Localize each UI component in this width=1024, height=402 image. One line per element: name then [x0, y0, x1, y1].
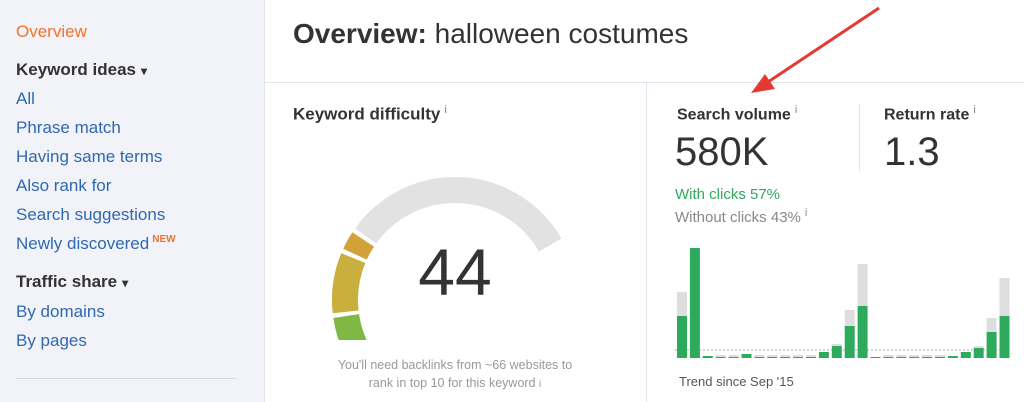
- search-volume-label: Search volume i: [677, 104, 797, 124]
- info-icon[interactable]: i: [805, 207, 807, 219]
- trend-bar-without-clicks: [780, 355, 791, 357]
- trend-bar-without-clicks: [754, 355, 765, 357]
- sidebar-item-search-suggestions[interactable]: Search suggestions: [16, 205, 165, 225]
- trend-bar-without-clicks: [986, 318, 997, 332]
- page-title-prefix: Overview:: [293, 18, 427, 49]
- trend-bar-without-clicks: [793, 355, 804, 357]
- trend-bar-without-clicks: [677, 292, 687, 316]
- gauge-segment-2: [333, 313, 367, 340]
- metric-divider: [859, 104, 860, 172]
- keyword-difficulty-value: 44: [418, 235, 492, 309]
- trend-bar-with-clicks: [677, 316, 687, 358]
- trend-bar-without-clicks: [922, 355, 933, 357]
- trend-bar-with-clicks: [767, 357, 778, 358]
- sidebar-item-all[interactable]: All: [16, 89, 35, 109]
- trend-bar-without-clicks: [715, 355, 726, 357]
- trend-bar-with-clicks: [870, 357, 881, 358]
- sidebar: Overview Keyword ideas ▾ All Phrase match…: [0, 0, 265, 402]
- keyword-ideas-label: Keyword ideas: [16, 60, 136, 79]
- page-title: Overview: halloween costumes: [293, 18, 688, 50]
- trend-bar-with-clicks: [715, 357, 726, 358]
- trend-bar-with-clicks: [973, 348, 984, 358]
- sidebar-item-also-rank-for[interactable]: Also rank for: [16, 176, 111, 196]
- trend-bar-with-clicks: [689, 248, 700, 358]
- info-icon[interactable]: i: [539, 379, 541, 390]
- chevron-down-icon: ▾: [122, 276, 129, 290]
- trend-bar-without-clicks: [857, 264, 868, 306]
- info-icon[interactable]: i: [973, 104, 975, 116]
- trend-bar-without-clicks: [973, 346, 984, 348]
- trend-bar-without-clicks: [767, 355, 778, 357]
- traffic-share-heading[interactable]: Traffic share ▾: [16, 272, 128, 292]
- trend-label: Trend since Sep '15: [679, 374, 794, 389]
- keyword-ideas-heading[interactable]: Keyword ideas ▾: [16, 60, 147, 80]
- trend-bar-without-clicks: [896, 355, 907, 357]
- trend-bar-with-clicks: [702, 356, 713, 358]
- trend-bar-without-clicks: [909, 355, 920, 357]
- trend-bar-without-clicks: [806, 355, 816, 357]
- info-icon[interactable]: i: [444, 104, 446, 116]
- keyword-difficulty-note: You'll need backlinks from ~66 websites …: [305, 356, 605, 394]
- return-rate-title: Return rate: [884, 106, 970, 124]
- trend-bar-without-clicks: [844, 310, 855, 326]
- trend-bar-with-clicks: [922, 357, 933, 358]
- without-clicks-stat: Without clicks 43% i: [675, 207, 807, 226]
- header-divider: [265, 82, 1024, 83]
- trend-bar-without-clicks: [999, 278, 1010, 316]
- sidebar-item-by-pages[interactable]: By pages: [16, 331, 87, 351]
- trend-bar-without-clicks: [883, 355, 894, 357]
- trend-bar-with-clicks: [728, 357, 739, 358]
- keyword-difficulty-title: Keyword difficulty: [293, 104, 441, 124]
- return-rate-value: 1.3: [884, 130, 940, 174]
- trend-bar-without-clicks: [831, 344, 842, 346]
- new-badge: NEW: [152, 234, 176, 246]
- without-clicks-text: Without clicks 43%: [675, 209, 801, 226]
- search-volume-title: Search volume: [677, 106, 791, 124]
- sidebar-item-overview[interactable]: Overview: [16, 22, 87, 42]
- keyword-difficulty-note-line-1: You'll need backlinks from ~66 websites …: [337, 358, 573, 372]
- trend-bar-with-clicks: [986, 332, 997, 358]
- trend-bar-with-clicks: [947, 356, 958, 358]
- with-clicks-stat: With clicks 57%: [675, 186, 781, 203]
- trend-bar-with-clicks: [935, 357, 945, 358]
- sidebar-divider: [16, 378, 236, 379]
- trend-bar-with-clicks: [896, 357, 907, 358]
- trend-bar-with-clicks: [741, 354, 752, 358]
- sidebar-item-by-domains[interactable]: By domains: [16, 302, 105, 322]
- search-volume-trend-chart: [675, 248, 1011, 358]
- sidebar-item-phrase-match[interactable]: Phrase match: [16, 118, 121, 138]
- panel-divider: [646, 82, 647, 402]
- keyword-difficulty-note-text: rank in top 10 for this keyword: [368, 376, 536, 390]
- trend-bar-with-clicks: [793, 357, 804, 358]
- trend-bar-with-clicks: [780, 357, 791, 358]
- trend-bar-with-clicks: [754, 357, 765, 358]
- chevron-down-icon: ▾: [141, 64, 148, 78]
- gauge-segment-3: [332, 253, 366, 314]
- page-title-keyword: halloween costumes: [434, 18, 689, 49]
- trend-bar-with-clicks: [831, 346, 842, 358]
- trend-bar-without-clicks: [935, 355, 945, 357]
- newly-discovered-label: Newly discovered: [16, 234, 150, 253]
- search-volume-value: 580K: [675, 130, 769, 174]
- trend-bar-with-clicks: [806, 357, 816, 358]
- trend-bar-with-clicks: [818, 352, 829, 358]
- info-icon[interactable]: i: [795, 104, 797, 116]
- keyword-difficulty-label: Keyword difficulty i: [293, 104, 447, 125]
- traffic-share-label: Traffic share: [16, 272, 118, 291]
- trend-bar-with-clicks: [857, 306, 868, 358]
- trend-bar-with-clicks: [960, 352, 971, 358]
- trend-bar-with-clicks: [999, 316, 1010, 358]
- keyword-difficulty-note-line-2: rank in top 10 for this keyword i: [305, 374, 605, 394]
- return-rate-label: Return rate i: [884, 104, 976, 124]
- trend-bar-with-clicks: [844, 326, 855, 358]
- trend-bar-with-clicks: [909, 357, 920, 358]
- trend-bar-with-clicks: [883, 357, 894, 358]
- main-content: Overview: halloween costumes Keyword dif…: [265, 0, 1024, 402]
- sidebar-item-having-same-terms[interactable]: Having same terms: [16, 147, 162, 167]
- sidebar-item-newly-discovered[interactable]: Newly discovered NEW: [16, 234, 176, 254]
- gauge-segment-4: [343, 232, 375, 260]
- trend-bar-without-clicks: [728, 355, 739, 357]
